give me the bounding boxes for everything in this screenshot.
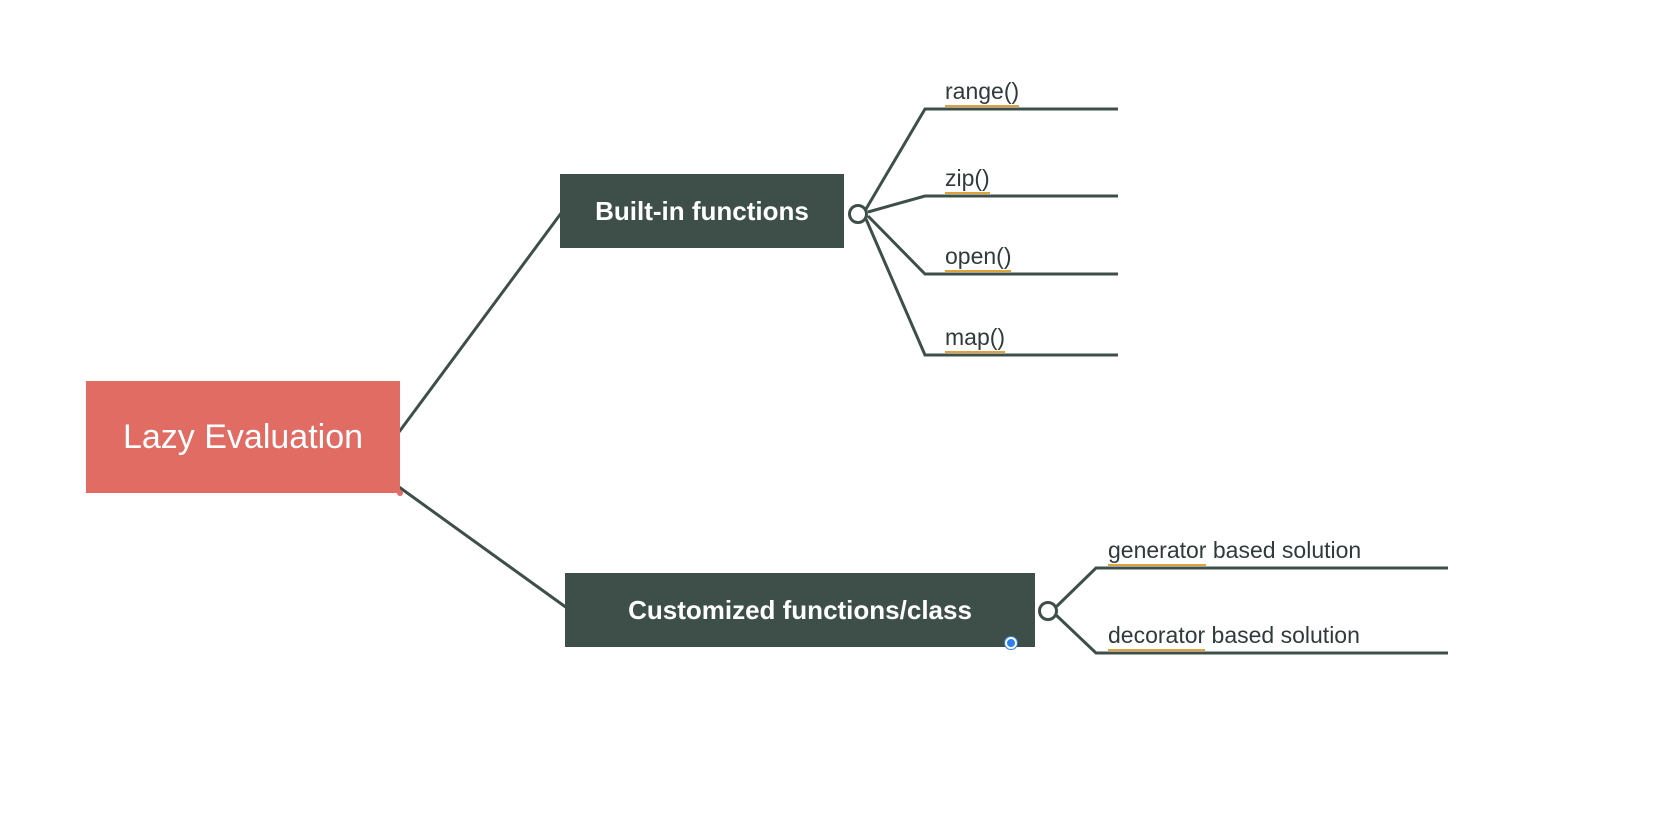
root-label: Lazy Evaluation bbox=[123, 418, 363, 457]
branch-customized-marker bbox=[1005, 637, 1017, 649]
branch-builtin-label: Built-in functions bbox=[595, 196, 809, 227]
leaf-decorator[interactable]: decorator based solution bbox=[1108, 622, 1360, 649]
leaf-open-label: open() bbox=[945, 243, 1011, 272]
leaf-generator-suffix: based solution bbox=[1206, 537, 1361, 563]
leaf-map-label: map() bbox=[945, 324, 1005, 353]
leaf-open[interactable]: open() bbox=[945, 243, 1011, 270]
root-handle-dot bbox=[397, 490, 403, 496]
leaf-zip[interactable]: zip() bbox=[945, 165, 990, 192]
branch-customized-label: Customized functions/class bbox=[628, 595, 972, 626]
leaf-range[interactable]: range() bbox=[945, 78, 1019, 105]
leaf-decorator-prefix: decorator bbox=[1108, 622, 1205, 651]
leaf-generator-prefix: generator bbox=[1108, 537, 1206, 566]
branch-customized-hub bbox=[1038, 601, 1058, 621]
branch-customized[interactable]: Customized functions/class bbox=[565, 573, 1035, 647]
leaf-decorator-suffix: based solution bbox=[1205, 622, 1360, 648]
branch-builtin[interactable]: Built-in functions bbox=[560, 174, 844, 248]
leaf-generator[interactable]: generator based solution bbox=[1108, 537, 1361, 564]
leaf-map[interactable]: map() bbox=[945, 324, 1005, 351]
branch-builtin-hub bbox=[848, 204, 868, 224]
leaf-zip-label: zip() bbox=[945, 165, 990, 194]
root-node[interactable]: Lazy Evaluation bbox=[86, 381, 400, 493]
leaf-range-label: range() bbox=[945, 78, 1019, 107]
